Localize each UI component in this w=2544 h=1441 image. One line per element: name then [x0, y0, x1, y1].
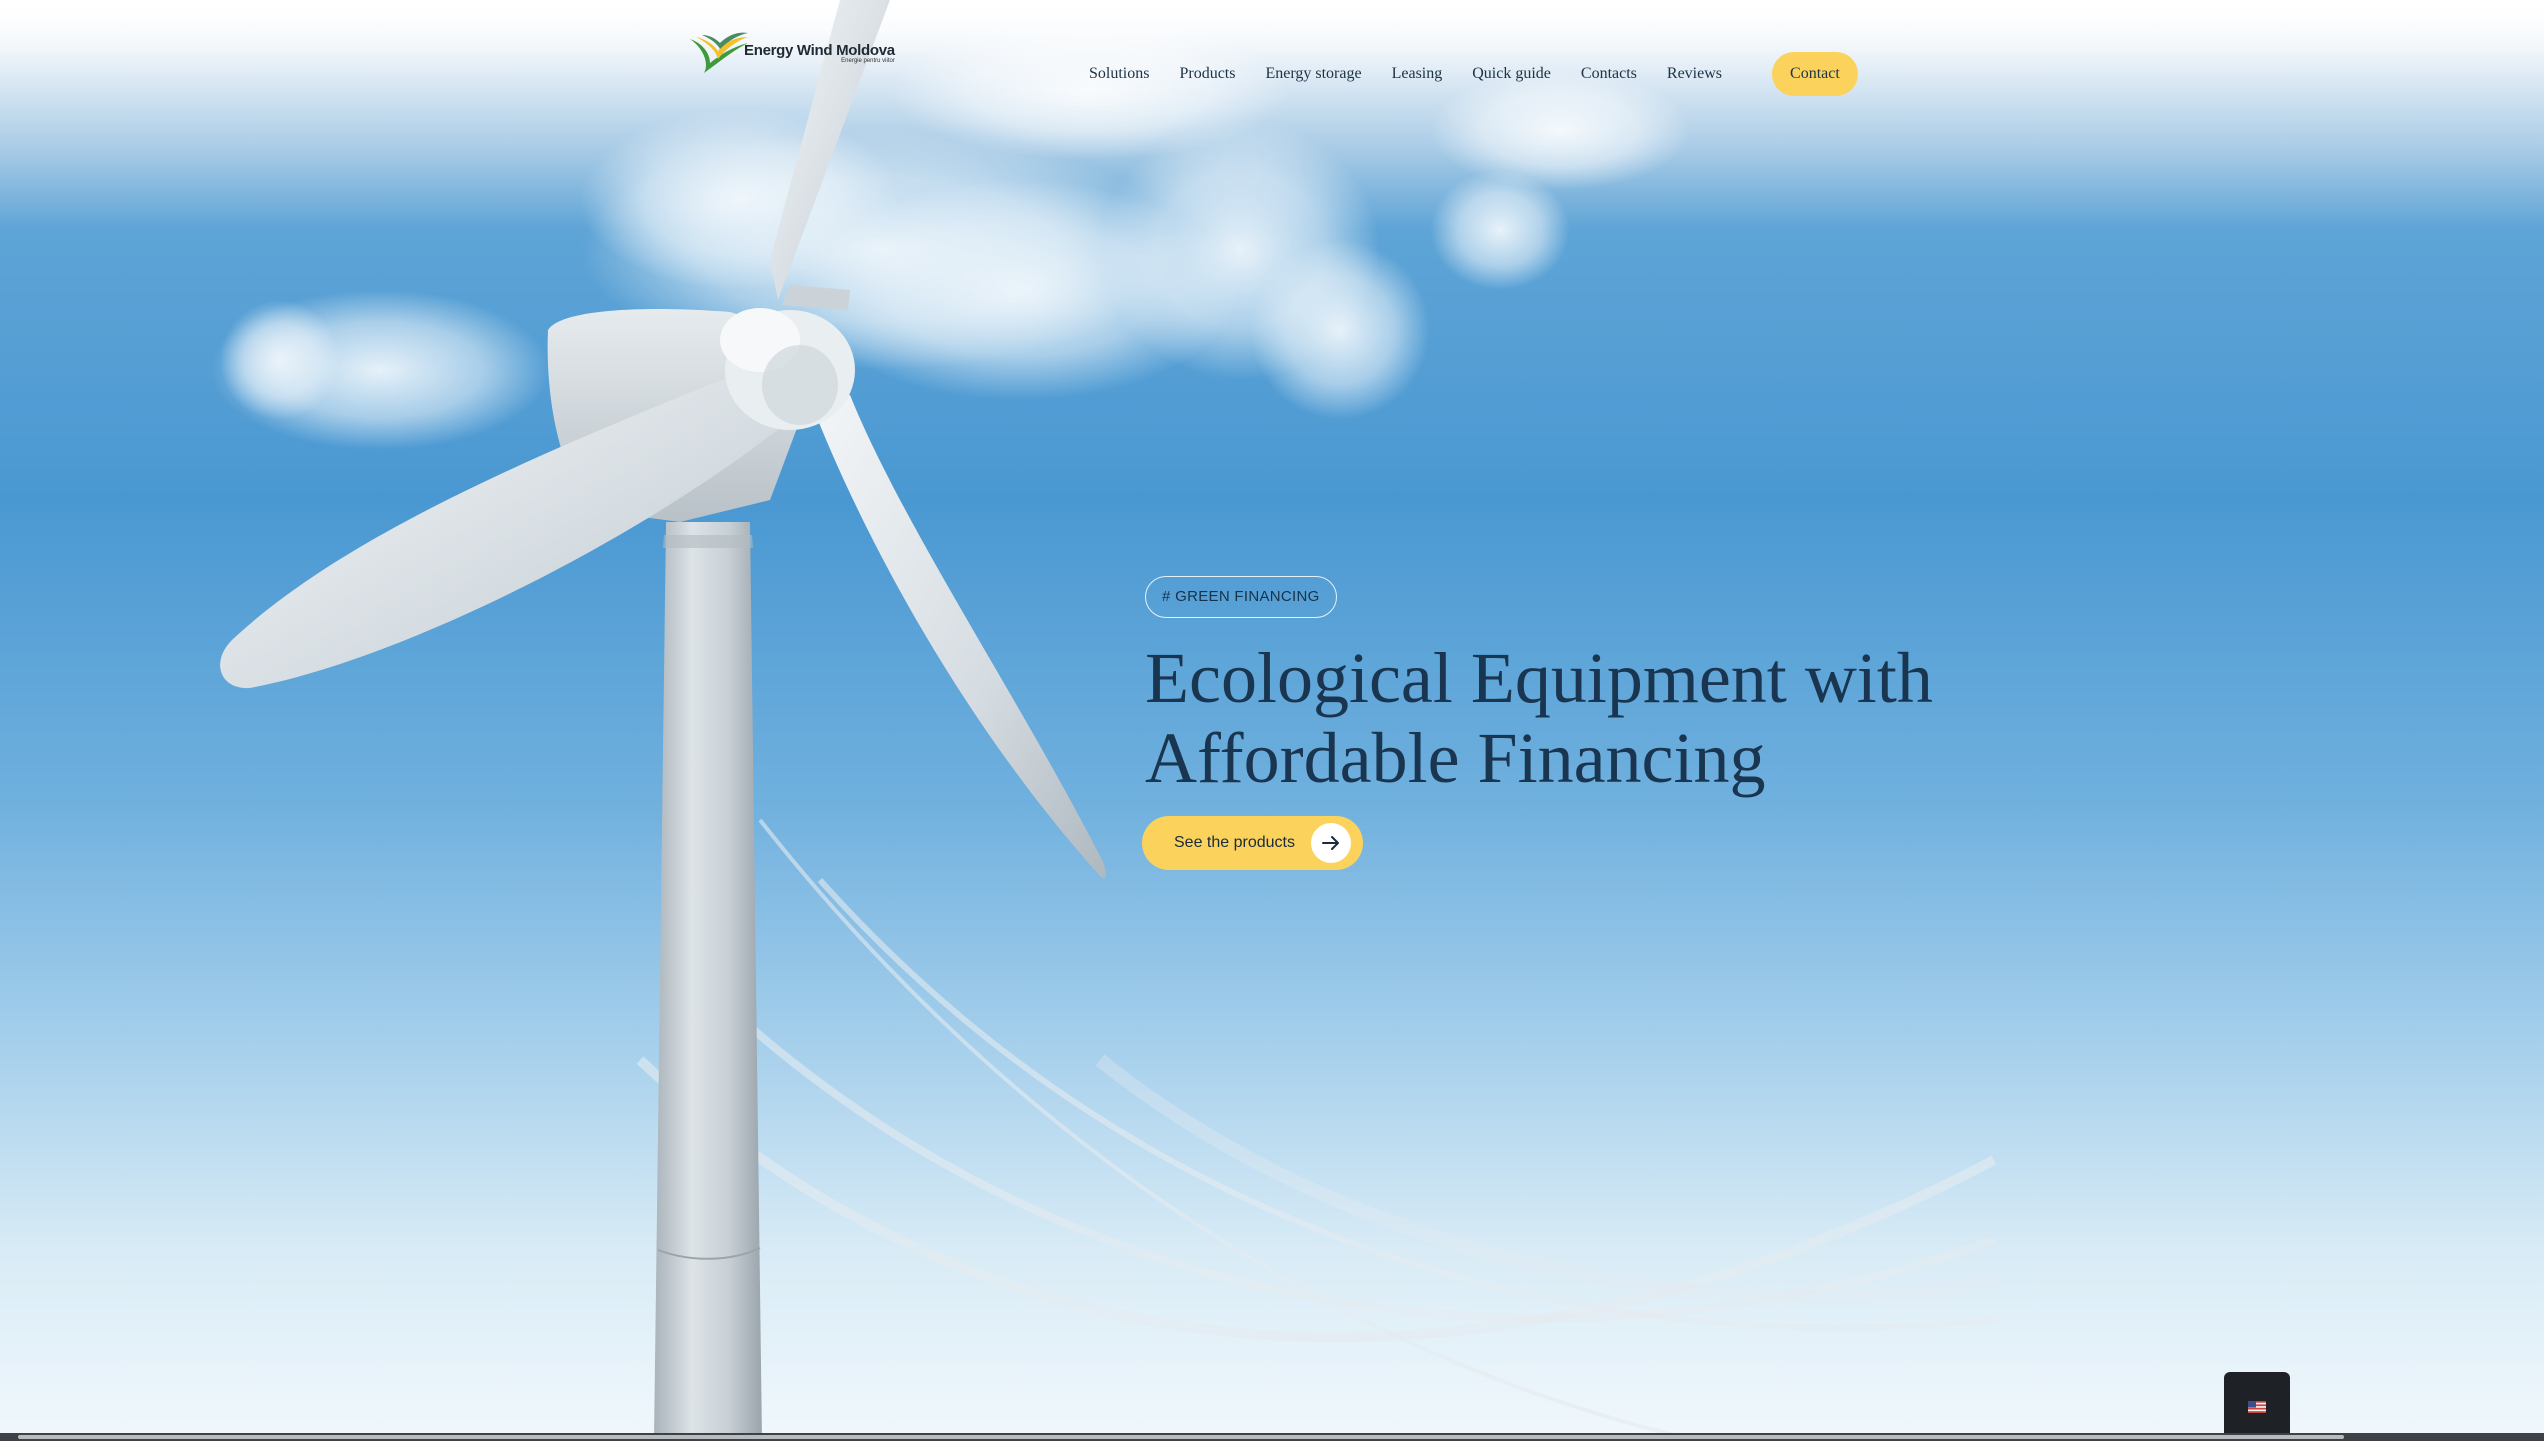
hero-headline-line-2: Affordable Financing: [1145, 718, 1766, 798]
nav-energy-storage[interactable]: Energy storage: [1265, 65, 1361, 83]
scrollbar-thumb[interactable]: [18, 1435, 2344, 1439]
see-products-button[interactable]: See the products: [1142, 816, 1363, 870]
nav-reviews[interactable]: Reviews: [1667, 65, 1722, 83]
logo[interactable]: Energy Wind Moldova Energie pentru viito…: [688, 28, 895, 76]
contact-button[interactable]: Contact: [1772, 52, 1858, 96]
hero-headline-line-1: Ecological Equipment with: [1145, 638, 1933, 718]
hero-tag-badge: # GREEN FINANCING: [1145, 576, 1337, 618]
us-flag-icon: [2248, 1400, 2266, 1413]
nav-solutions[interactable]: Solutions: [1089, 65, 1149, 83]
nav-quick-guide[interactable]: Quick guide: [1472, 65, 1551, 83]
logo-name: Energy Wind Moldova: [744, 42, 895, 59]
logo-tagline: Energie pentru viitor: [841, 58, 895, 64]
main-navigation: Solutions Products Energy storage Leasin…: [1074, 52, 1858, 96]
hero-section: # GREEN FINANCING Ecological Equipment w…: [1142, 576, 2105, 870]
decorative-wind-lines: [636, 818, 1997, 1441]
hero-headline: Ecological Equipment with Affordable Fin…: [1145, 638, 2045, 798]
language-switcher[interactable]: [2224, 1372, 2290, 1441]
see-products-label: See the products: [1174, 834, 1295, 851]
nav-leasing[interactable]: Leasing: [1392, 65, 1443, 83]
nav-contacts[interactable]: Contacts: [1581, 65, 1637, 83]
horizontal-scrollbar[interactable]: [0, 1433, 2544, 1441]
arrow-right-icon: [1310, 823, 1351, 863]
nav-products[interactable]: Products: [1179, 65, 1235, 83]
logo-swoosh-icon: [690, 32, 748, 73]
